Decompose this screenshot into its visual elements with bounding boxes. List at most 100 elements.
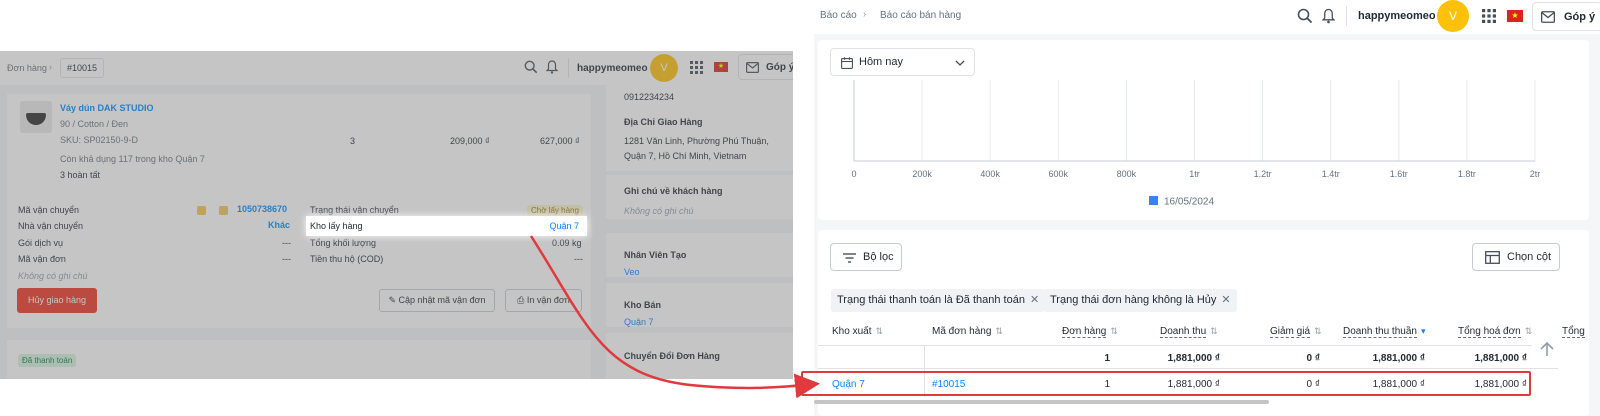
tracking-value[interactable]: 1050738670 (237, 204, 287, 214)
filter-chip-order-status[interactable]: Trạng thái đơn hàng không là Hủy ✕ (1044, 289, 1237, 312)
columns-icon (1485, 251, 1500, 264)
weight-label: Tổng khối lượng (310, 238, 376, 248)
breadcrumb-reports[interactable]: Báo cáo (820, 10, 857, 21)
warehouse-value[interactable]: Quận 7 (549, 221, 579, 231)
sort-icon[interactable]: ⇅ (875, 326, 883, 336)
scroll-top-button[interactable] (1532, 337, 1562, 361)
cancel-shipping-button[interactable]: Hủy giao hàng (17, 288, 97, 313)
x-tick-label: 800k (1117, 169, 1137, 179)
sort-desc-icon[interactable]: ▾ (1421, 326, 1426, 336)
bell-icon[interactable] (546, 60, 558, 74)
waybill-value: --- (282, 254, 291, 264)
x-tick-label: 1.8tr (1458, 169, 1476, 179)
breadcrumb-sales-report: Báo cáo bán hàng (880, 10, 962, 21)
legend-label[interactable]: 16/05/2024 (1164, 197, 1214, 208)
weight-value: 0.09 kg (552, 238, 582, 248)
breadcrumb-order-id: #10015 (60, 58, 105, 78)
sort-icon[interactable]: ⇅ (1210, 326, 1218, 336)
filter-button[interactable]: Bộ lọc (830, 243, 902, 271)
feedback-button[interactable]: Góp ý (738, 54, 793, 80)
shipping-no-note: Không có ghi chú (18, 271, 88, 281)
feedback-button[interactable]: Góp ý (1532, 2, 1600, 31)
sort-icon[interactable]: ⇅ (995, 326, 1003, 336)
order-header: Đơn hàng › #10015 happymeomeo V ★ Góp ý (0, 51, 793, 85)
sort-icon[interactable]: ⇅ (1314, 326, 1322, 336)
product-total: 627,000 ₫ (540, 136, 580, 146)
column-header-discount[interactable]: Giảm giá ⇅ (1270, 326, 1322, 338)
table-divider (818, 345, 1558, 346)
vietnam-flag-icon[interactable]: ★ (1507, 10, 1523, 22)
x-tick-label: 1tr (1189, 169, 1200, 179)
breadcrumb-separator: › (49, 62, 52, 72)
carrier-label: Nhà vận chuyển (18, 221, 84, 231)
column-header-net-revenue[interactable]: Doanh thu thuần ▾ (1343, 326, 1426, 338)
x-tick-label: 1.4tr (1322, 169, 1340, 179)
choose-columns-button[interactable]: Chọn cột (1472, 243, 1560, 271)
horizontal-scrollbar[interactable] (814, 400, 1269, 404)
column-header-orders[interactable]: Đơn hàng ⇅ (1062, 326, 1118, 338)
mail-icon (1541, 11, 1555, 23)
customer-note-value: Không có ghi chú (624, 206, 694, 216)
product-sku: SKU: SP02150-9-D (60, 135, 139, 145)
barcode-icon[interactable] (219, 206, 228, 215)
payment-status-badge: Đã thanh toán (18, 354, 77, 367)
product-name[interactable]: Váy dún DAK STUDIO (60, 103, 154, 113)
vietnam-flag-icon[interactable]: ★ (714, 62, 728, 72)
product-variant: 90 / Cotton / Đen (60, 119, 129, 129)
arrow-up-icon (1540, 341, 1554, 356)
composite-screenshot: Đơn hàng › #10015 happymeomeo V ★ Góp ý … (0, 0, 1600, 416)
apps-grid-icon[interactable] (690, 61, 703, 74)
column-header-order-code[interactable]: Mã đơn hàng ⇅ (932, 326, 1003, 337)
column-header-revenue[interactable]: Doanh thu ⇅ (1160, 326, 1218, 338)
waybill-label: Mã vận đơn (18, 254, 66, 264)
avatar[interactable]: V (1437, 0, 1469, 32)
username[interactable]: happymeomeo (1358, 10, 1436, 22)
creator-value[interactable]: Veo (624, 267, 640, 277)
product-quantity: 3 (350, 136, 356, 146)
sort-icon[interactable]: ⇅ (1525, 326, 1533, 336)
x-tick-label: 1.6tr (1390, 169, 1408, 179)
store-title: Kho Bán (624, 300, 661, 310)
highlight-box (801, 371, 1531, 396)
mail-icon (746, 62, 759, 73)
search-icon[interactable] (524, 60, 538, 74)
column-header-total[interactable]: Tổng (1562, 326, 1585, 338)
breadcrumb-separator: › (863, 9, 867, 20)
filter-chip-payment[interactable]: Trạng thái thanh toán là Đã thanh toán ✕ (831, 289, 1046, 312)
search-icon[interactable] (1297, 8, 1313, 24)
service-value: --- (282, 238, 291, 248)
copy-icon[interactable] (197, 206, 206, 215)
print-waybill-button[interactable]: ⎙ In vận đơn (505, 289, 582, 312)
address-line-1: 1281 Văn Linh, Phường Phú Thuận, (624, 136, 769, 146)
completed-count: 3 hoàn tất (60, 170, 101, 180)
date-range-select[interactable]: Hôm nay (830, 48, 975, 76)
bell-icon[interactable] (1322, 8, 1335, 24)
tracking-label: Mã vận chuyển (18, 205, 80, 215)
update-waybill-button[interactable]: ✎ Cập nhật mã vận đơn (379, 289, 495, 312)
product-unit-price: 209,000 ₫ (450, 136, 490, 146)
close-icon[interactable]: ✕ (1221, 294, 1230, 306)
table-divider (818, 368, 1558, 369)
carrier-value[interactable]: Khác (268, 220, 290, 230)
warehouse-label: Kho lấy hàng (310, 221, 363, 231)
date-range-value: Hôm nay (859, 56, 904, 68)
legend-swatch[interactable] (1149, 196, 1158, 205)
sort-icon[interactable]: ⇅ (1110, 326, 1118, 336)
customer-note-title: Ghi chú về khách hàng (624, 186, 723, 196)
address-line-2: Quận 7, Hồ Chí Minh, Vietnam (624, 151, 747, 161)
store-value[interactable]: Quận 7 (624, 317, 654, 327)
breadcrumb-orders[interactable]: Đơn hàng (7, 63, 47, 73)
address-title: Địa Chỉ Giao Hàng (624, 117, 703, 127)
x-tick-label: 400k (980, 169, 1000, 179)
column-header-warehouse[interactable]: Kho xuất ⇅ (832, 326, 883, 337)
x-tick-label: 0 (851, 169, 856, 179)
column-header-invoice-total[interactable]: Tổng hoá đơn ⇅ (1458, 326, 1533, 338)
product-thumbnail (20, 101, 52, 133)
convert-title: Chuyển Đổi Đơn Hàng (624, 351, 720, 361)
close-icon[interactable]: ✕ (1030, 294, 1039, 306)
username[interactable]: happymeomeo (577, 63, 648, 74)
report-header: Báo cáo › Báo cáo bán hàng happymeomeo V… (814, 0, 1600, 34)
apps-grid-icon[interactable] (1482, 9, 1496, 23)
avatar[interactable]: V (650, 54, 678, 82)
cod-value: --- (574, 254, 583, 264)
